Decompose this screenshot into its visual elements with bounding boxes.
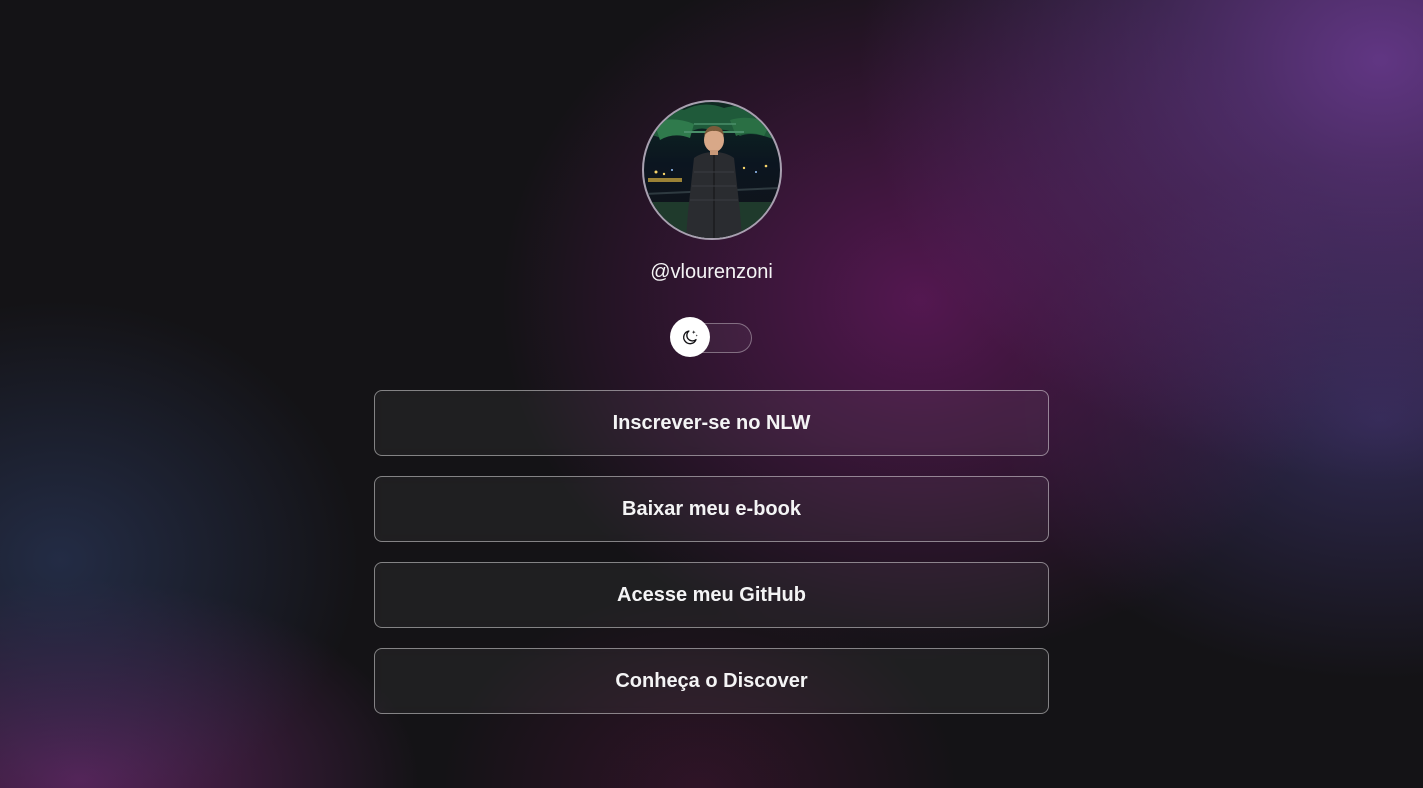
username: @vlourenzoni bbox=[650, 261, 773, 283]
link-list: Inscrever-se no NLW Baixar meu e-book Ac… bbox=[374, 390, 1049, 734]
moon-stars-icon bbox=[682, 330, 698, 345]
list-item: Baixar meu e-book bbox=[374, 476, 1049, 542]
list-item: Acesse meu GitHub bbox=[374, 562, 1049, 628]
link-github-button[interactable]: Acesse meu GitHub bbox=[374, 562, 1049, 628]
link-ebook-button[interactable]: Baixar meu e-book bbox=[374, 476, 1049, 542]
profile-container: @vlourenzoni Inscrever-se no NLW Baixar … bbox=[374, 100, 1049, 734]
theme-toggle[interactable] bbox=[669, 317, 752, 358]
toggle-knob[interactable] bbox=[669, 317, 710, 357]
link-nlw-button[interactable]: Inscrever-se no NLW bbox=[374, 390, 1049, 456]
list-item: Conheça o Discover bbox=[374, 648, 1049, 714]
list-item: Inscrever-se no NLW bbox=[374, 390, 1049, 456]
avatar bbox=[641, 100, 782, 240]
avatar-photo bbox=[643, 104, 780, 238]
link-discover-button[interactable]: Conheça o Discover bbox=[374, 648, 1049, 714]
